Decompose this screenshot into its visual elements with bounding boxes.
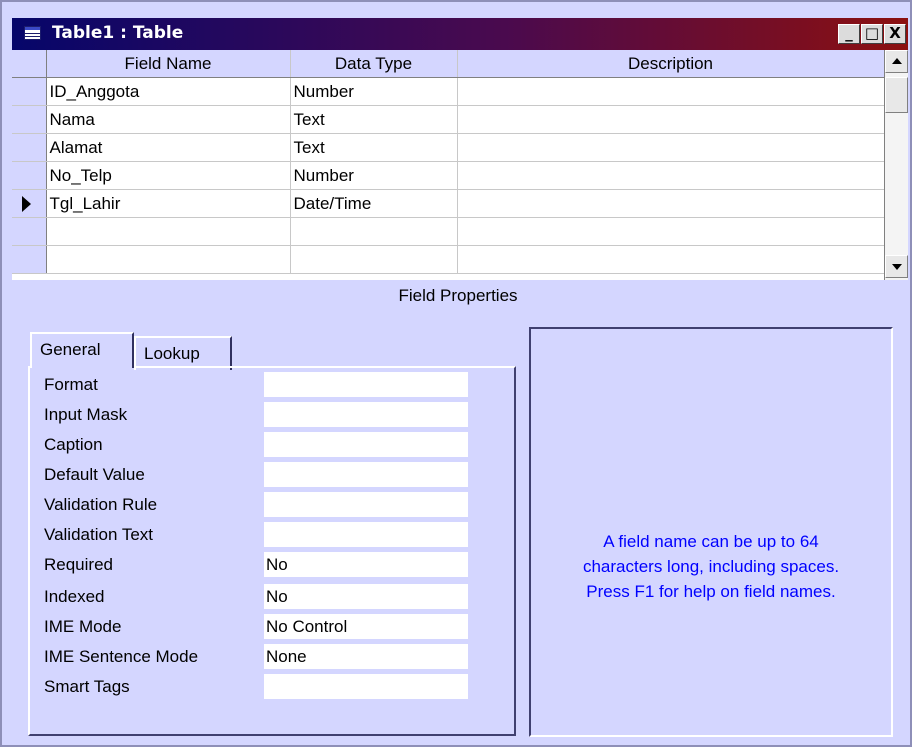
help-panel: A field name can be up to 64 characters … [529,327,893,737]
current-row-arrow-icon [22,196,31,212]
property-value-input[interactable] [264,372,468,397]
field-name-cell[interactable] [46,245,291,274]
column-header-description[interactable]: Description [457,50,885,78]
property-label: Caption [44,435,103,454]
table-row[interactable] [12,245,885,274]
row-selector[interactable] [12,217,47,246]
field-name-cell[interactable]: No_Telp [46,161,291,190]
data-type-cell[interactable]: Text [290,133,458,162]
data-type-cell[interactable]: Date/Time [290,189,458,218]
scroll-down-icon[interactable] [885,255,908,278]
field-properties-heading: Field Properties [398,286,518,305]
property-value-input[interactable] [264,492,468,517]
vertical-scrollbar[interactable] [884,50,908,280]
property-value-input[interactable] [264,522,468,547]
description-cell[interactable] [457,217,885,246]
row-selector[interactable] [12,161,47,190]
description-cell[interactable] [457,77,885,106]
property-value-input[interactable] [264,432,468,457]
table-row[interactable]: Nama Text [12,105,885,134]
table-row[interactable]: ID_Anggota Number [12,77,885,106]
field-name-cell[interactable] [46,217,291,246]
table-icon [24,26,41,40]
table-row-current[interactable]: Tgl_Lahir Date/Time [12,189,885,218]
property-label: Validation Rule [44,495,158,514]
description-cell[interactable] [457,133,885,162]
scroll-up-icon[interactable] [885,50,908,73]
property-label: Required [44,555,113,574]
table-row[interactable]: No_Telp Number [12,161,885,190]
data-type-cell[interactable] [290,245,458,274]
property-label: Default Value [44,465,145,484]
field-grid: Field Name Data Type Description ID_Angg… [12,50,885,280]
help-text: A field name can be up to 64 characters … [582,532,840,601]
property-value-input[interactable] [264,674,468,699]
scroll-thumb[interactable] [885,77,908,113]
row-selector[interactable] [12,133,47,162]
property-value-input[interactable]: No Control [264,614,468,639]
field-name-cell[interactable]: Nama [46,105,291,134]
property-value-input[interactable] [264,462,468,487]
description-cell[interactable] [457,161,885,190]
column-header-data-type[interactable]: Data Type [290,50,458,78]
data-type-cell[interactable]: Number [290,161,458,190]
table-design-window: Table1 : Table _ □ X Field Name Data Typ… [0,0,912,747]
field-name-cell[interactable]: Alamat [46,133,291,162]
data-type-cell[interactable]: Number [290,77,458,106]
description-cell[interactable] [457,189,885,218]
title-bar[interactable]: Table1 : Table _ □ X [12,18,908,50]
grid-header: Field Name Data Type Description [12,50,885,78]
close-button[interactable]: X [884,24,906,44]
description-cell[interactable] [457,245,885,274]
property-label: Validation Text [44,525,153,544]
window-title: Table1 : Table [52,23,184,43]
row-selector[interactable] [12,77,47,106]
property-label: Format [44,375,98,394]
property-value-input[interactable]: None [264,644,468,669]
table-row[interactable] [12,217,885,246]
property-label: Indexed [44,587,105,606]
table-row[interactable]: Alamat Text [12,133,885,162]
row-selector[interactable] [12,189,47,218]
row-selector[interactable] [12,245,47,274]
tab-general[interactable]: General [30,332,134,368]
property-value-input[interactable] [264,402,468,427]
column-header-field-name[interactable]: Field Name [46,50,291,78]
property-value-input[interactable]: No [264,552,468,577]
property-label: Smart Tags [44,677,130,696]
row-selector[interactable] [12,105,47,134]
field-name-cell[interactable]: ID_Anggota [46,77,291,106]
description-cell[interactable] [457,105,885,134]
header-selector [12,50,47,78]
property-label: Input Mask [44,405,128,424]
property-label: IME Mode [44,617,122,636]
data-type-cell[interactable] [290,217,458,246]
data-type-cell[interactable]: Text [290,105,458,134]
tab-lookup[interactable]: Lookup [134,336,232,370]
property-value-input[interactable]: No [264,584,468,609]
minimize-button[interactable]: _ [838,24,860,44]
property-label: IME Sentence Mode [44,647,199,666]
field-name-cell[interactable]: Tgl_Lahir [46,189,291,218]
maximize-button[interactable]: □ [861,24,883,44]
